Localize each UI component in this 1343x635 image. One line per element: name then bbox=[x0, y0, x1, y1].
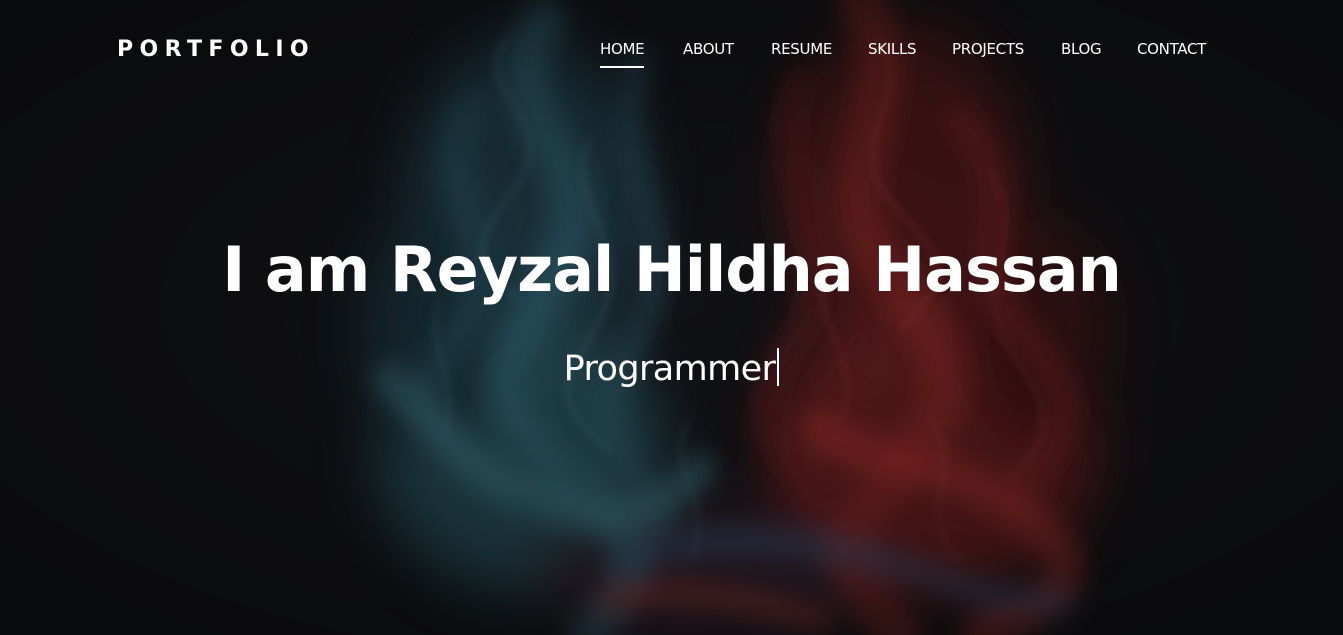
nav-item-about[interactable]: ABOUT bbox=[683, 38, 734, 60]
typed-role-text: Programmer bbox=[563, 349, 776, 389]
nav-item-resume[interactable]: RESUME bbox=[771, 38, 832, 60]
hero-title: I am Reyzal Hildha Hassan bbox=[222, 233, 1122, 306]
typing-cursor bbox=[777, 348, 780, 386]
nav-item-home[interactable]: HOME bbox=[600, 38, 645, 68]
nav-item-projects[interactable]: PROJECTS bbox=[952, 38, 1024, 60]
nav-item-contact[interactable]: CONTACT bbox=[1137, 38, 1206, 60]
top-navbar: PORTFOLIO HOME ABOUT RESUME SKILLS PROJE… bbox=[0, 0, 1343, 100]
hero-section: PORTFOLIO HOME ABOUT RESUME SKILLS PROJE… bbox=[0, 0, 1343, 635]
site-logo[interactable]: PORTFOLIO bbox=[117, 36, 315, 64]
hero-subtitle: Programmer bbox=[0, 345, 1343, 393]
nav-item-blog[interactable]: BLOG bbox=[1061, 38, 1102, 60]
nav-item-skills[interactable]: SKILLS bbox=[868, 38, 917, 60]
